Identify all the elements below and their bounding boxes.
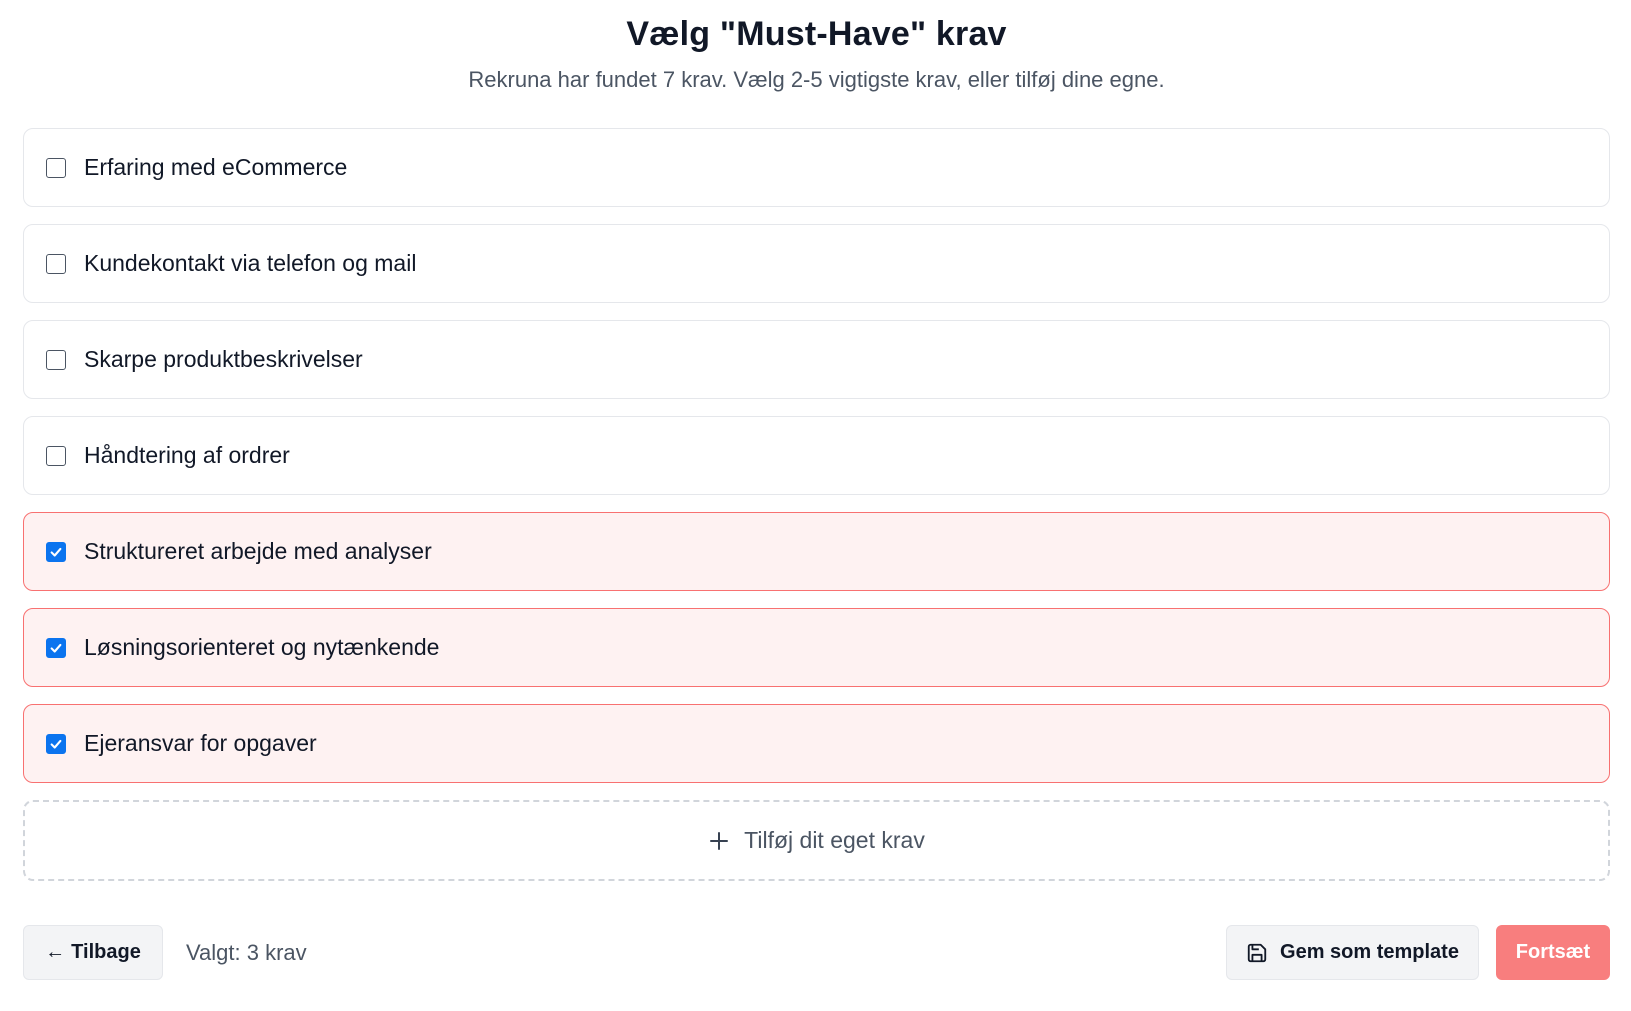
page-title: Vælg "Must-Have" krav [626, 15, 1007, 53]
requirement-label: Håndtering af ordrer [84, 442, 290, 468]
checkmark-icon [50, 547, 62, 557]
arrow-left-icon: ← [45, 941, 66, 963]
requirement-checkbox[interactable] [46, 253, 66, 274]
requirements-page: Vælg "Must-Have" krav Rekruna har fundet… [23, 0, 1610, 881]
requirement-label: Kundekontakt via telefon og mail [84, 250, 417, 276]
save-template-label: Gem som template [1280, 941, 1459, 963]
add-requirement-button[interactable]: Tilføj dit eget krav [23, 800, 1610, 881]
save-icon [1247, 943, 1267, 962]
requirement-label: Ejeransvar for opgaver [84, 730, 317, 756]
continue-button[interactable]: Fortsæt [1496, 925, 1610, 980]
checkmark-icon [50, 643, 62, 653]
requirement-label: Erfaring med eCommerce [84, 154, 348, 180]
page-subtitle: Rekruna har fundet 7 krav. Vælg 2-5 vigt… [468, 67, 1165, 92]
back-button[interactable]: ← Tilbage [23, 925, 163, 980]
back-button-label: Tilbage [71, 941, 141, 963]
save-template-button[interactable]: Gem som template [1226, 925, 1479, 980]
requirement-checkbox[interactable] [46, 349, 66, 370]
requirement-checkbox[interactable] [46, 445, 66, 466]
add-requirement-label: Tilføj dit eget krav [744, 827, 925, 853]
requirement-checkbox[interactable] [46, 541, 66, 562]
continue-button-label: Fortsæt [1515, 941, 1591, 963]
requirement-checkbox[interactable] [46, 637, 66, 658]
requirement-label: Struktureret arbejde med analyser [84, 538, 432, 564]
footer-bar: ← Tilbage Valgt: 3 krav Gem som template… [23, 925, 1610, 980]
selected-count: Valgt: 3 krav [186, 940, 307, 965]
requirement-item[interactable]: Løsningsorienteret og nytænkende [23, 608, 1610, 687]
requirement-checkbox[interactable] [46, 733, 66, 754]
checkmark-icon [50, 739, 62, 749]
requirement-item[interactable]: Kundekontakt via telefon og mail [23, 224, 1610, 303]
requirement-label: Skarpe produktbeskrivelser [84, 346, 363, 372]
plus-icon [710, 831, 729, 850]
requirement-checkbox[interactable] [46, 157, 66, 178]
requirement-item[interactable]: Ejeransvar for opgaver [23, 704, 1610, 783]
requirements-list: Erfaring med eCommerce Kundekontakt via … [23, 128, 1610, 783]
requirement-item[interactable]: Erfaring med eCommerce [23, 128, 1610, 207]
requirement-label: Løsningsorienteret og nytænkende [84, 634, 440, 660]
requirement-item[interactable]: Struktureret arbejde med analyser [23, 512, 1610, 591]
requirement-item[interactable]: Skarpe produktbeskrivelser [23, 320, 1610, 399]
requirement-item[interactable]: Håndtering af ordrer [23, 416, 1610, 495]
